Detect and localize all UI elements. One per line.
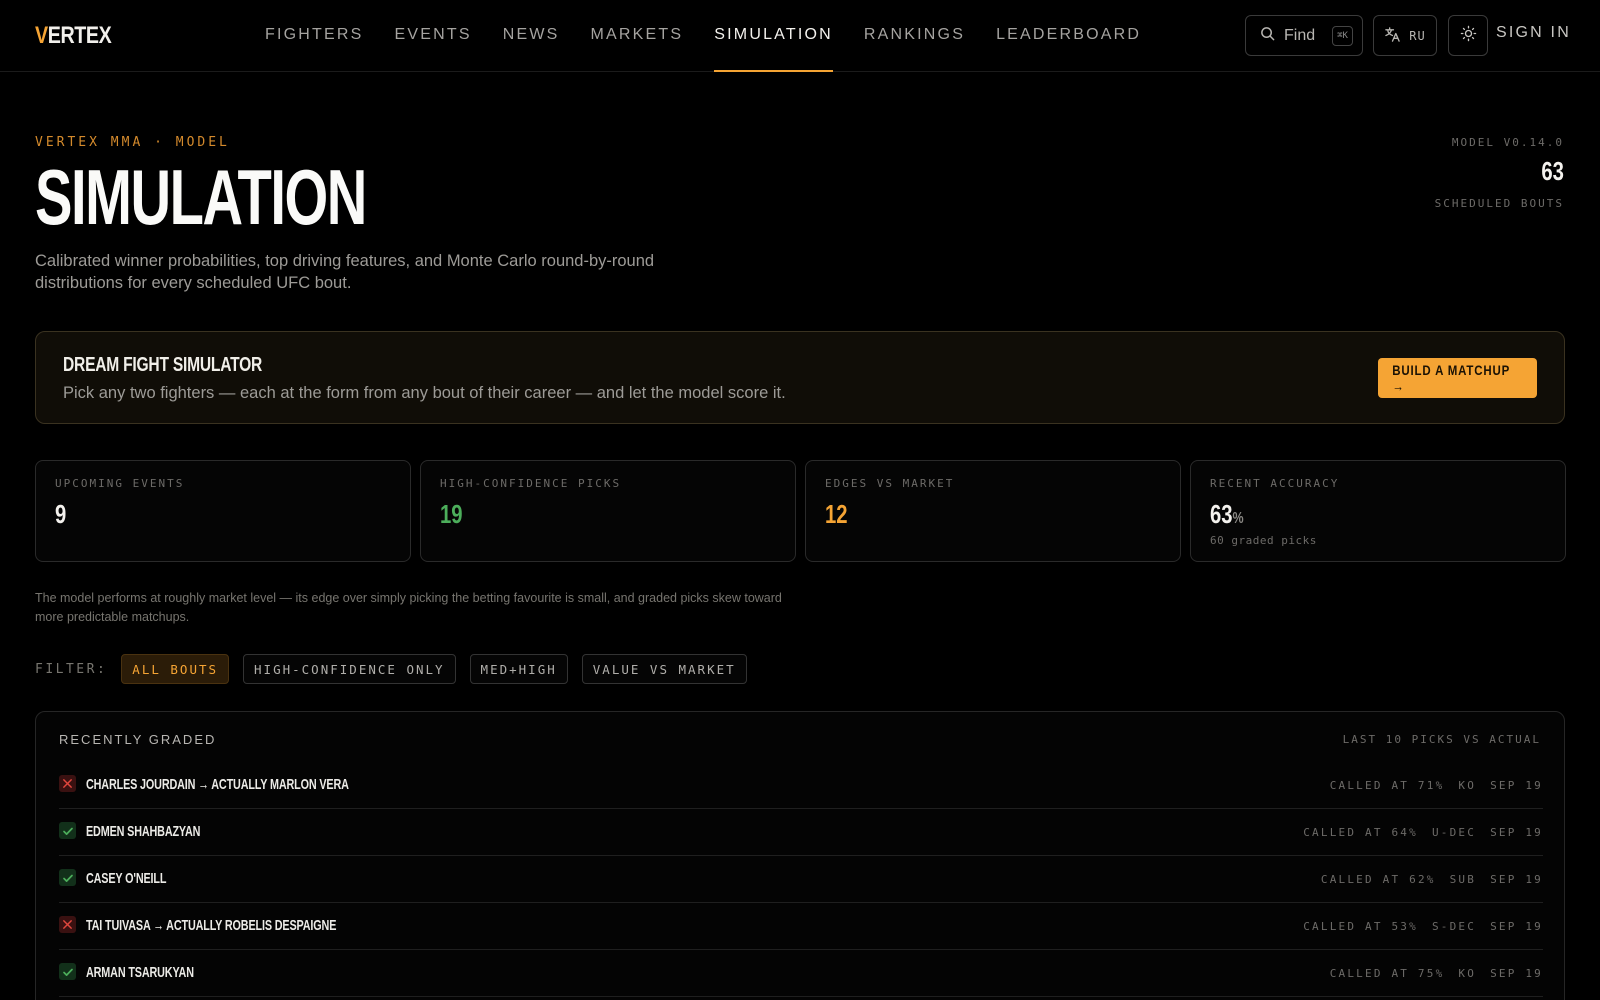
check-icon xyxy=(59,963,76,980)
find-shortcut: ⌘K xyxy=(1332,25,1353,46)
graded-pick-meta: CALLED AT 64% U-DEC SEP 19 xyxy=(1303,826,1543,839)
graded-row[interactable]: EDMEN SHAHBAZYAN CALLED AT 64% U-DEC SEP 19 xyxy=(59,809,1543,856)
nav-link-news[interactable]: NEWS xyxy=(503,0,560,72)
scheduled-bouts-label: SCHEDULED BOUTS xyxy=(1434,197,1564,210)
find-button[interactable]: Find ⌘K xyxy=(1245,15,1363,56)
search-icon xyxy=(1260,26,1275,46)
stat-value: 63% xyxy=(1210,499,1244,530)
stat-number: 19 xyxy=(440,499,463,529)
method: KO xyxy=(1458,967,1477,980)
method: SUB xyxy=(1449,873,1477,886)
graded-pick-name: ARMAN TSARUKYAN xyxy=(86,964,194,981)
check-icon xyxy=(59,869,76,886)
date: SEP 19 xyxy=(1490,873,1543,886)
graded-pick-name: CHARLES JOURDAIN → ACTUALLY MARLON VERA xyxy=(86,776,349,793)
graded-pick-meta: CALLED AT 71% KO SEP 19 xyxy=(1330,779,1543,792)
stat-label: EDGES VS MARKET xyxy=(825,477,955,490)
scheduled-bouts-count: 63 xyxy=(1541,156,1564,186)
graded-list: CHARLES JOURDAIN → ACTUALLY MARLON VERA C… xyxy=(59,762,1543,997)
sun-icon xyxy=(1460,25,1477,47)
model-version: MODEL V0.14.0 xyxy=(1451,136,1564,149)
language-button[interactable]: RU xyxy=(1373,15,1437,56)
nav-links: FIGHTERS EVENTS NEWS MARKETS SIMULATION RANKI… xyxy=(265,0,1172,72)
date: SEP 19 xyxy=(1490,779,1543,792)
close-icon xyxy=(59,775,76,792)
called-probability: CALLED AT 75% xyxy=(1329,967,1445,980)
page-subtitle: Calibrated winner probabilities, top dri… xyxy=(35,252,655,292)
model-note: The model performs at roughly market lev… xyxy=(35,591,782,624)
stat-card: RECENT ACCURACY 63% 60 graded picks xyxy=(1190,460,1566,562)
stat-label: RECENT ACCURACY xyxy=(1210,477,1340,490)
graded-row[interactable]: ARMAN TSARUKYAN CALLED AT 75% KO SEP 19 xyxy=(59,950,1543,997)
stat-label: HIGH-CONFIDENCE PICKS xyxy=(440,477,622,490)
filter-bar: FILTER: ALL BOUTS HIGH-CONFIDENCE ONLY MED… xyxy=(35,654,761,684)
close-icon xyxy=(59,916,76,933)
filter-chip[interactable]: VALUE VS MARKET xyxy=(581,654,747,684)
dream-fight-banner: DREAM FIGHT SIMULATOR Pick any two fight… xyxy=(35,331,1565,424)
date: SEP 19 xyxy=(1490,826,1543,839)
nav-link-simulation[interactable]: SIMULATION xyxy=(714,0,833,72)
filter-chip[interactable]: MED+HIGH xyxy=(469,654,568,684)
logo-text: ERTEX xyxy=(47,22,112,49)
graded-row[interactable]: CHARLES JOURDAIN → ACTUALLY MARLON VERA C… xyxy=(59,762,1543,809)
logo-initial: V xyxy=(35,22,48,49)
logo[interactable]: VERTEX xyxy=(35,22,112,49)
called-probability: CALLED AT 71% xyxy=(1329,779,1445,792)
translate-icon xyxy=(1384,26,1401,46)
nav-link-rankings[interactable]: RANKINGS xyxy=(864,0,965,72)
find-label: Find xyxy=(1284,26,1316,44)
called-probability: CALLED AT 53% xyxy=(1303,920,1418,933)
theme-toggle-button[interactable] xyxy=(1448,15,1488,56)
top-nav: VERTEX FIGHTERS EVENTS NEWS MARKETS SIMULATI… xyxy=(0,0,1600,72)
stat-card: EDGES VS MARKET 12 xyxy=(805,460,1181,562)
stat-value: 9 xyxy=(55,499,66,530)
dream-fight-description: Pick any two fighters — each at the form… xyxy=(63,384,786,402)
stat-value: 12 xyxy=(825,499,848,530)
date: SEP 19 xyxy=(1490,967,1543,980)
filter-label: FILTER: xyxy=(35,661,108,677)
filter-chips: ALL BOUTS HIGH-CONFIDENCE ONLY MED+HIGH VAL… xyxy=(121,654,760,684)
stat-label: UPCOMING EVENTS xyxy=(55,477,185,490)
page-title: SIMULATION xyxy=(35,153,367,241)
check-icon xyxy=(59,822,76,839)
method: U-DEC xyxy=(1431,826,1477,839)
called-probability: CALLED AT 64% xyxy=(1303,826,1418,839)
filter-chip[interactable]: HIGH-CONFIDENCE ONLY xyxy=(243,654,456,684)
build-matchup-label: BUILD A MATCHUP → xyxy=(1392,362,1510,394)
graded-row[interactable]: TAI TUIVASA → ACTUALLY ROBELIS DESPAIGNE… xyxy=(59,903,1543,950)
stat-sub: 60 graded picks xyxy=(1210,534,1317,547)
graded-pick-name: EDMEN SHAHBAZYAN xyxy=(86,823,201,840)
recently-graded-title: RECENTLY GRADED xyxy=(59,732,217,747)
method: KO xyxy=(1458,779,1477,792)
language-label: RU xyxy=(1409,28,1426,43)
graded-pick-meta: CALLED AT 62% SUB SEP 19 xyxy=(1321,873,1543,886)
stat-card: UPCOMING EVENTS 9 xyxy=(35,460,411,562)
stat-number: 12 xyxy=(825,499,848,529)
sign-in-link[interactable]: SIGN IN xyxy=(1496,24,1571,42)
date: SEP 19 xyxy=(1490,920,1543,933)
nav-link-markets[interactable]: MARKETS xyxy=(591,0,684,72)
method: S-DEC xyxy=(1431,920,1477,933)
nav-link-events[interactable]: EVENTS xyxy=(395,0,472,72)
graded-pick-name: TAI TUIVASA → ACTUALLY ROBELIS DESPAIGNE xyxy=(86,917,337,934)
stat-number: 63 xyxy=(1210,499,1233,529)
graded-row[interactable]: CASEY O'NEILL CALLED AT 62% SUB SEP 19 xyxy=(59,856,1543,903)
stat-value: 19 xyxy=(440,499,463,530)
graded-pick-meta: CALLED AT 75% KO SEP 19 xyxy=(1330,967,1543,980)
called-probability: CALLED AT 62% xyxy=(1320,873,1436,886)
graded-pick-meta: CALLED AT 53% S-DEC SEP 19 xyxy=(1303,920,1543,933)
filter-chip[interactable]: ALL BOUTS xyxy=(121,654,230,684)
stat-suffix: % xyxy=(1232,510,1244,527)
page-eyebrow: VERTEX MMA · MODEL xyxy=(35,135,230,150)
recently-graded-meta: LAST 10 PICKS VS ACTUAL xyxy=(1342,733,1541,746)
stat-card: HIGH-CONFIDENCE PICKS 19 xyxy=(420,460,796,562)
nav-link-fighters[interactable]: FIGHTERS xyxy=(265,0,364,72)
dream-fight-title: DREAM FIGHT SIMULATOR xyxy=(63,354,263,376)
build-matchup-button[interactable]: BUILD A MATCHUP → xyxy=(1378,358,1537,398)
stat-number: 9 xyxy=(55,499,67,529)
nav-link-leaderboard[interactable]: LEADERBOARD xyxy=(996,0,1141,72)
recently-graded-panel: RECENTLY GRADED LAST 10 PICKS VS ACTUAL … xyxy=(35,711,1565,1000)
graded-pick-name: CASEY O'NEILL xyxy=(86,870,167,887)
